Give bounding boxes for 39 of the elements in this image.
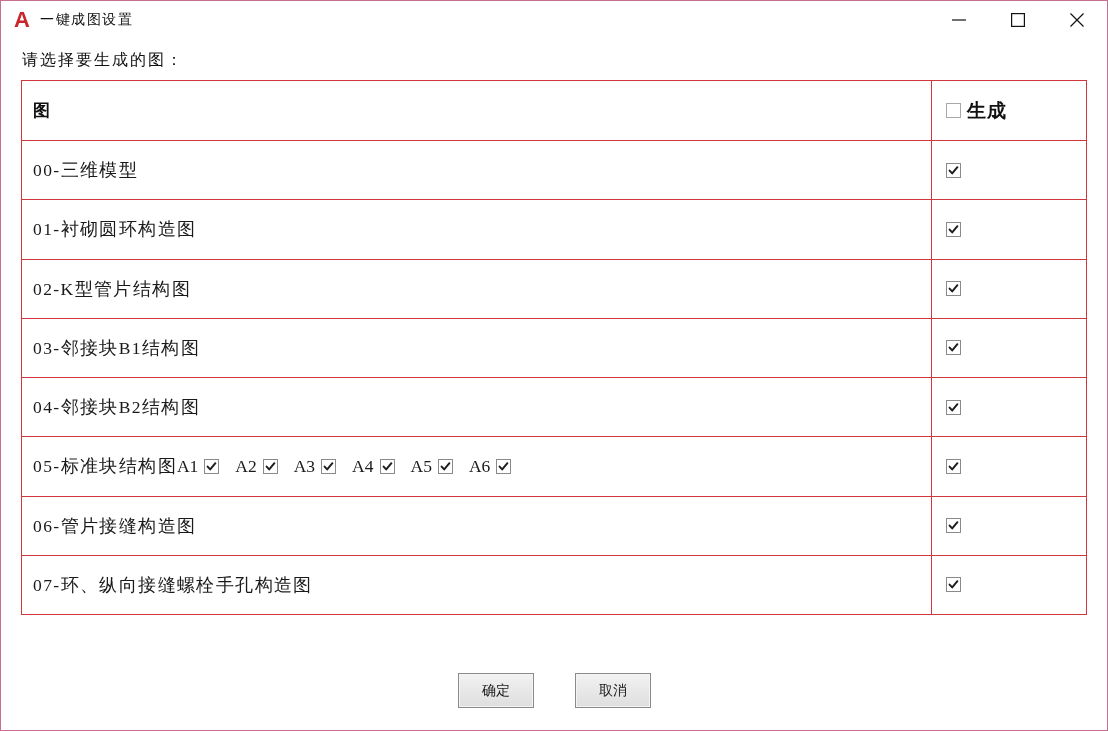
app-logo: A xyxy=(13,8,31,31)
row-title: 05-标准块结构图 xyxy=(33,455,177,479)
option-label: A3 xyxy=(293,455,316,477)
checkbox[interactable] xyxy=(946,458,961,474)
checkbox[interactable] xyxy=(946,162,961,178)
row-title: 04-邻接块B2结构图 xyxy=(33,396,201,420)
checkbox[interactable] xyxy=(496,458,512,474)
maximize-icon xyxy=(1010,12,1025,27)
option-label: A5 xyxy=(410,455,432,477)
row-title: 02-K型管片结构图 xyxy=(33,277,191,301)
row-title: 06-管片接缝构造图 xyxy=(33,514,197,538)
close-icon xyxy=(1069,12,1084,27)
checkbox[interactable] xyxy=(946,103,961,118)
option-label: A6 xyxy=(468,455,491,477)
row-title: 03-邻接块B1结构图 xyxy=(33,336,201,360)
option-label: A2 xyxy=(235,455,257,477)
prompt-text: 请选择要生成的图： xyxy=(22,49,184,71)
checkbox[interactable] xyxy=(946,221,961,237)
ok-button[interactable]: 确定 xyxy=(457,673,534,708)
checkbox[interactable] xyxy=(946,281,961,297)
minimize-icon xyxy=(951,18,966,21)
checkbox[interactable] xyxy=(437,458,453,474)
checkbox[interactable] xyxy=(204,458,220,474)
checkbox[interactable] xyxy=(946,577,961,593)
checkbox[interactable] xyxy=(321,458,337,474)
row-title: 00-三维模型 xyxy=(33,159,139,183)
window-title: 一键成图设置 xyxy=(40,10,133,29)
cancel-button[interactable]: 取消 xyxy=(574,673,651,708)
column-header: 生成 xyxy=(967,97,1007,123)
checkbox[interactable] xyxy=(946,399,961,415)
checkbox[interactable] xyxy=(379,458,395,474)
option-label: A1 xyxy=(176,455,199,477)
checkbox[interactable] xyxy=(946,518,961,534)
checkbox[interactable] xyxy=(262,458,278,474)
row-title: 01-衬砌圆环构造图 xyxy=(33,218,197,242)
row-title: 07-环、纵向接缝螺栓手孔构造图 xyxy=(33,573,313,597)
option-label: A4 xyxy=(352,455,374,477)
column-header: 图 xyxy=(33,99,50,122)
checkbox[interactable] xyxy=(946,340,961,356)
